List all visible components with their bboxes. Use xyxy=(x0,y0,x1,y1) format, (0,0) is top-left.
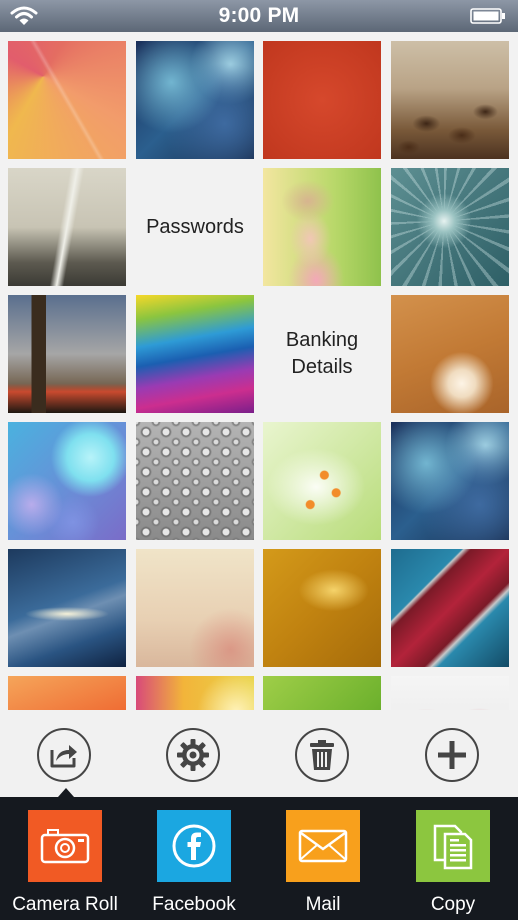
camera-icon xyxy=(28,810,102,882)
tile-orange-red-abstract[interactable] xyxy=(8,676,126,710)
tile-big-ben-london[interactable] xyxy=(8,295,126,413)
share-icon xyxy=(50,745,77,768)
tile-golden-peeling-paint[interactable] xyxy=(263,549,381,667)
share-label-camera-roll: Camera Roll xyxy=(12,894,118,915)
tile-soft-pastel-branches[interactable] xyxy=(136,549,254,667)
tile-colorful-geometric-cubes[interactable] xyxy=(8,41,126,159)
delete-button[interactable] xyxy=(295,728,349,782)
tile-green-gradient[interactable] xyxy=(263,676,381,710)
share-sheet: Camera Roll Facebook Mail Copy xyxy=(0,797,518,920)
tile-blue-space-nebula[interactable] xyxy=(136,41,254,159)
plus-icon xyxy=(438,741,466,769)
tile-blue-bokeh[interactable] xyxy=(8,422,126,540)
tile-white-lily[interactable] xyxy=(263,422,381,540)
folder-passwords[interactable]: Passwords xyxy=(136,168,254,286)
share-facebook[interactable]: Facebook xyxy=(129,810,259,916)
tile-orange-red-texture[interactable] xyxy=(263,41,381,159)
tile-dandelion-macro[interactable] xyxy=(391,168,509,286)
tile-yellow-sunlight-blur[interactable] xyxy=(136,676,254,710)
facebook-icon xyxy=(157,810,231,882)
tile-coffee-beans[interactable] xyxy=(391,41,509,159)
tile-woman-in-sun-hat[interactable] xyxy=(263,168,381,286)
share-mail[interactable]: Mail xyxy=(258,810,388,916)
tile-galaxy-planet[interactable] xyxy=(8,549,126,667)
status-time: 9:00 PM xyxy=(218,4,300,27)
action-bar xyxy=(0,710,518,797)
tile-blue-space-nebula-2[interactable] xyxy=(391,422,509,540)
share-label-mail: Mail xyxy=(305,894,341,915)
tile-red-white-flower-blur[interactable] xyxy=(391,676,509,710)
trash-icon xyxy=(310,740,334,770)
status-bar: 9:00 PM xyxy=(0,0,518,32)
tile-red-stripe-on-blue-texture[interactable] xyxy=(391,549,509,667)
folder-passwords-label: Passwords xyxy=(146,215,244,238)
share-sheet-pointer xyxy=(58,788,74,797)
share-camera-roll[interactable]: Camera Roll xyxy=(0,810,130,916)
folder-banking-details[interactable]: Banking Details xyxy=(263,295,381,413)
settings-button[interactable] xyxy=(166,728,220,782)
folder-banking-details-label: Banking Details xyxy=(285,329,359,378)
tile-foggy-bridge[interactable] xyxy=(8,168,126,286)
tile-starfish-on-sand[interactable] xyxy=(391,295,509,413)
share-copy[interactable]: Copy xyxy=(388,810,518,916)
share-label-facebook: Facebook xyxy=(152,894,236,915)
add-button[interactable] xyxy=(425,728,479,782)
gear-icon xyxy=(177,739,209,771)
tile-rainbow-waves[interactable] xyxy=(136,295,254,413)
mail-icon xyxy=(286,810,360,882)
wallpaper-grid: Passwords Banking Details xyxy=(0,32,518,710)
share-label-copy: Copy xyxy=(430,894,476,915)
share-button[interactable] xyxy=(37,728,91,782)
tile-water-droplets[interactable] xyxy=(136,422,254,540)
battery-icon xyxy=(470,8,505,24)
copy-icon xyxy=(416,810,490,882)
